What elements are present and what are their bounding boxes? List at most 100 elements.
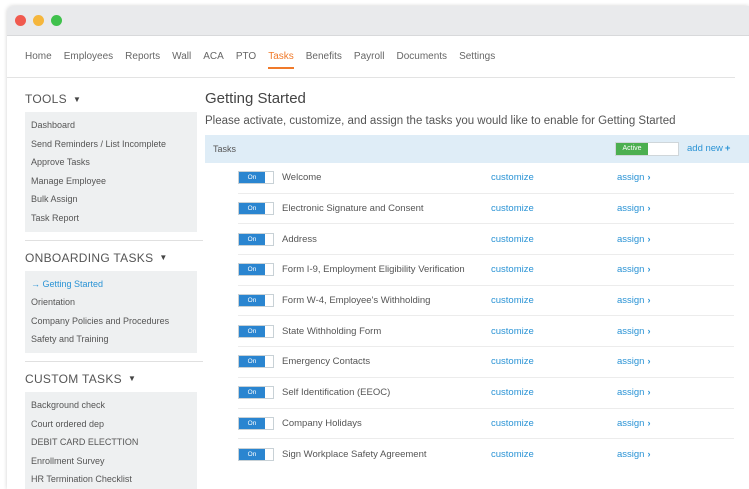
sidebar-item-bulk-assign[interactable]: Bulk Assign <box>25 190 197 209</box>
assign-link[interactable]: assign › <box>617 356 650 367</box>
nav-pto[interactable]: PTO <box>236 36 256 78</box>
chevron-right-icon: › <box>647 356 651 367</box>
assign-link[interactable]: assign › <box>617 387 650 398</box>
sidebar-item-hr-termination-checklist[interactable]: HR Termination Checklist <box>25 470 197 489</box>
sidebar-item-label: DEBIT CARD ELECTTION <box>31 437 139 448</box>
chevron-right-icon: › <box>647 233 651 244</box>
customize-link[interactable]: customize <box>491 264 534 275</box>
assign-link[interactable]: assign › <box>617 203 650 214</box>
caret-down-icon: ▼ <box>72 94 82 104</box>
task-toggle[interactable]: On <box>238 171 274 185</box>
sidebar-item-court-ordered-dep[interactable]: Court ordered dep <box>25 415 197 434</box>
close-dot-icon[interactable] <box>15 15 26 26</box>
custom-section-title[interactable]: CUSTOM TASKS ▼ <box>25 366 197 392</box>
toggle-on-label: On <box>239 356 265 368</box>
sidebar-item-label: Send Reminders / List Incomplete <box>31 138 167 149</box>
customize-link[interactable]: customize <box>491 326 534 337</box>
task-toggle[interactable]: On <box>238 386 274 400</box>
task-name: State Withholding Form <box>282 325 382 337</box>
nav-reports[interactable]: Reports <box>125 36 160 78</box>
assign-label: assign <box>617 387 645 399</box>
task-name: Sign Workplace Safety Agreement <box>282 449 427 461</box>
nav-home[interactable]: Home <box>25 36 52 78</box>
assign-label: assign <box>617 449 645 461</box>
sidebar-item-task-report[interactable]: Task Report <box>25 209 197 228</box>
assign-label: assign <box>617 203 645 215</box>
toggle-on-label: On <box>239 449 265 461</box>
sidebar-item-label: HR Termination Checklist <box>31 474 132 485</box>
onboarding-section-title[interactable]: ONBOARDING TASKS ▼ <box>25 245 197 271</box>
page-title: Getting Started <box>205 90 306 107</box>
task-row: On State Withholding Form customize assign › <box>238 316 734 348</box>
maximize-dot-icon[interactable] <box>51 15 62 26</box>
task-toggle[interactable]: On <box>238 416 274 430</box>
assign-link[interactable]: assign › <box>617 264 650 275</box>
task-toggle[interactable]: On <box>238 294 274 308</box>
add-new-link[interactable]: add new + <box>687 143 730 154</box>
customize-link[interactable]: customize <box>491 172 534 183</box>
nav-tasks[interactable]: Tasks <box>268 36 294 78</box>
customize-link[interactable]: customize <box>491 234 534 245</box>
sidebar-item-orientation[interactable]: Orientation <box>25 293 197 312</box>
assign-link[interactable]: assign › <box>617 295 650 306</box>
nav-settings[interactable]: Settings <box>459 36 495 78</box>
sidebar-item-label: Orientation <box>31 297 76 308</box>
sidebar: TOOLS ▼ Dashboard Send Reminders / List I… <box>25 86 203 489</box>
assign-label: assign <box>617 325 645 337</box>
tasks-header: Tasks Active add new + <box>205 135 749 163</box>
sidebar-item-label: Manage Employee <box>31 175 107 186</box>
sidebar-item-dashboard[interactable]: Dashboard <box>25 116 197 135</box>
task-row: On Address customize assign › <box>238 224 734 256</box>
sidebar-item-send-reminders-list-incomplete[interactable]: Send Reminders / List Incomplete <box>25 135 197 154</box>
customize-link[interactable]: customize <box>491 295 534 306</box>
sidebar-item-debit-card-electtion[interactable]: DEBIT CARD ELECTTION <box>25 433 197 452</box>
nav-wall[interactable]: Wall <box>172 36 191 78</box>
task-toggle[interactable]: On <box>238 324 274 338</box>
task-toggle[interactable]: On <box>238 448 274 462</box>
task-row: On Self Identification (EEOC) customize ass… <box>238 378 734 409</box>
toggle-on-label: On <box>239 325 265 337</box>
tools-list: Dashboard Send Reminders / List Incomplet… <box>25 112 197 232</box>
onboarding-title-label: ONBOARDING TASKS <box>25 250 154 265</box>
sidebar-item-enrollment-survey[interactable]: Enrollment Survey <box>25 452 197 471</box>
minimize-dot-icon[interactable] <box>33 15 44 26</box>
sidebar-item-company-policies-and-procedures[interactable]: Company Policies and Procedures <box>25 312 197 331</box>
plus-icon: + <box>724 143 731 154</box>
assign-link[interactable]: assign › <box>617 326 650 337</box>
sidebar-item-approve-tasks[interactable]: Approve Tasks <box>25 153 197 172</box>
assign-link[interactable]: assign › <box>617 449 650 460</box>
customize-link[interactable]: customize <box>491 356 534 367</box>
task-toggle[interactable]: On <box>238 232 274 246</box>
sidebar-item-label: Bulk Assign <box>31 194 78 205</box>
nav-benefits[interactable]: Benefits <box>306 36 342 78</box>
task-toggle[interactable]: On <box>238 263 274 277</box>
onboarding-list: → Getting Started Orientation Company Poli… <box>25 270 197 353</box>
customize-link[interactable]: customize <box>491 418 534 429</box>
sidebar-item-safety-and-training[interactable]: Safety and Training <box>25 330 197 349</box>
assign-link[interactable]: assign › <box>617 172 650 183</box>
task-name: Company Holidays <box>282 417 362 429</box>
tools-section-title[interactable]: TOOLS ▼ <box>25 86 197 112</box>
nav-payroll[interactable]: Payroll <box>354 36 385 78</box>
sidebar-item-background-check[interactable]: Background check <box>25 396 197 415</box>
customize-link[interactable]: customize <box>491 387 534 398</box>
sidebar-item-manage-employee[interactable]: Manage Employee <box>25 172 197 191</box>
toggle-on-label: On <box>239 233 265 245</box>
customize-link[interactable]: customize <box>491 449 534 460</box>
nav-documents[interactable]: Documents <box>396 36 447 78</box>
active-toggle[interactable]: Active <box>615 142 679 156</box>
sidebar-item-label: Getting Started <box>42 278 104 289</box>
assign-link[interactable]: assign › <box>617 418 650 429</box>
nav-aca[interactable]: ACA <box>203 36 224 78</box>
task-toggle[interactable]: On <box>238 355 274 369</box>
sidebar-item-getting-started[interactable]: → Getting Started <box>25 275 197 294</box>
assign-link[interactable]: assign › <box>617 234 650 245</box>
task-row: On Form I-9, Employment Eligibility Verif… <box>238 255 734 286</box>
task-name: Welcome <box>282 172 322 184</box>
assign-label: assign <box>617 233 645 245</box>
customize-link[interactable]: customize <box>491 203 534 214</box>
toggle-on-label: On <box>239 295 265 307</box>
task-name: Form W-4, Employee's Withholding <box>282 295 431 307</box>
task-toggle[interactable]: On <box>238 202 274 216</box>
nav-employees[interactable]: Employees <box>64 36 113 78</box>
